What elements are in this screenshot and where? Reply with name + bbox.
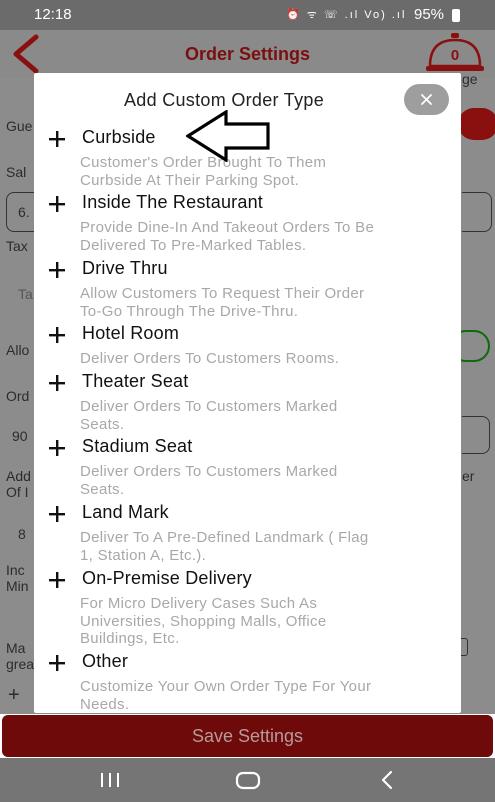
close-icon: [421, 94, 432, 105]
bg-label: +: [8, 684, 20, 706]
input-field: [462, 416, 490, 454]
plus-icon[interactable]: [48, 195, 66, 213]
order-type-title: Hotel Room: [82, 323, 180, 343]
order-type-title: Theater Seat: [82, 371, 189, 391]
battery-icon: [452, 9, 460, 22]
bg-label: 8: [18, 526, 26, 542]
plus-icon[interactable]: [48, 505, 66, 523]
dialog-title: Add Custom Order Type: [123, 90, 325, 110]
bg-label: Ma: [6, 640, 26, 656]
input-field: [462, 192, 492, 232]
bg-label: Sal: [6, 164, 27, 180]
plus-icon[interactable]: [48, 439, 66, 457]
save-settings-button[interactable]: Save Settings: [2, 715, 493, 757]
app-header: Order Settings: [0, 30, 495, 78]
bg-label: Tax: [6, 238, 28, 254]
service-bell-icon[interactable]: 0: [424, 32, 486, 74]
order-type-description: Allow Customers To Request Their Order T…: [80, 285, 365, 320]
plus-icon[interactable]: [48, 261, 66, 279]
status-bar: 12:18 ⏰ ᯤ ☏ .ıl Vo) .ıl 95%: [0, 0, 495, 30]
toggle-switch: [458, 108, 495, 140]
status-time: 12:18: [34, 6, 72, 23]
order-type-description: Deliver Orders To Customers Marked Seats…: [80, 398, 338, 433]
chevron-left-icon[interactable]: [10, 34, 40, 74]
recents-icon[interactable]: [97, 768, 123, 792]
order-type-description: Deliver Orders To Customers Marked Seats…: [80, 463, 338, 498]
order-type-title: Curbside: [82, 127, 156, 147]
close-button[interactable]: [404, 84, 449, 115]
plus-icon[interactable]: [48, 571, 66, 589]
bg-label: 90: [12, 428, 28, 444]
order-type-title: Stadium Seat: [82, 436, 193, 456]
bg-label: er: [462, 468, 475, 484]
page-title: Order Settings: [184, 44, 311, 64]
plus-icon[interactable]: [48, 130, 66, 148]
order-type-description: Deliver Orders To Customers Rooms.: [80, 350, 340, 367]
bg-label: Ord: [6, 388, 30, 404]
order-type-description: Deliver To A Pre-Defined Landmark ( Flag…: [80, 529, 369, 564]
system-nav-bar: [0, 758, 495, 802]
battery-percent: 95%: [414, 6, 445, 23]
order-type-description: Customize Your Own Order Type For Your N…: [80, 678, 372, 713]
bell-badge-count: 0: [451, 47, 459, 64]
order-type-title: Other: [82, 651, 129, 671]
checkbox: [460, 638, 468, 656]
plus-icon[interactable]: [48, 326, 66, 344]
bg-label: Of I: [6, 484, 29, 500]
home-icon[interactable]: [235, 768, 261, 792]
bg-label: Min: [6, 578, 29, 594]
order-type-title: Inside The Restaurant: [82, 192, 263, 212]
plus-icon[interactable]: [48, 654, 66, 672]
arrow-left-outline-icon: [186, 110, 270, 162]
order-type-title: Drive Thru: [82, 258, 168, 278]
order-type-title: Land Mark: [82, 502, 169, 522]
bg-label: Allo: [6, 342, 30, 358]
bg-label: grea: [6, 656, 35, 672]
bg-label: Ta: [18, 286, 33, 302]
order-type-description: Provide Dine-In And Takeout Orders To Be…: [80, 219, 375, 254]
bg-label: ge: [462, 71, 478, 87]
add-order-type-dialog: Add Custom Order Type Curbside Customer'…: [34, 73, 461, 713]
plus-icon[interactable]: [48, 374, 66, 392]
order-type-title: On-Premise Delivery: [82, 568, 252, 588]
order-type-description: For Micro Delivery Cases Such As Univers…: [80, 595, 327, 647]
back-icon[interactable]: [375, 768, 401, 792]
bg-label: 6.: [18, 204, 30, 220]
bg-label: Add: [6, 468, 31, 484]
bg-label: Inc: [6, 562, 25, 578]
bg-label: Gue: [6, 118, 33, 134]
status-indicators: ⏰ ᯤ ☏ .ıl Vo) .ıl: [286, 9, 407, 21]
order-type-description: Customer's Order Brought To Them Curbsid…: [80, 154, 327, 189]
